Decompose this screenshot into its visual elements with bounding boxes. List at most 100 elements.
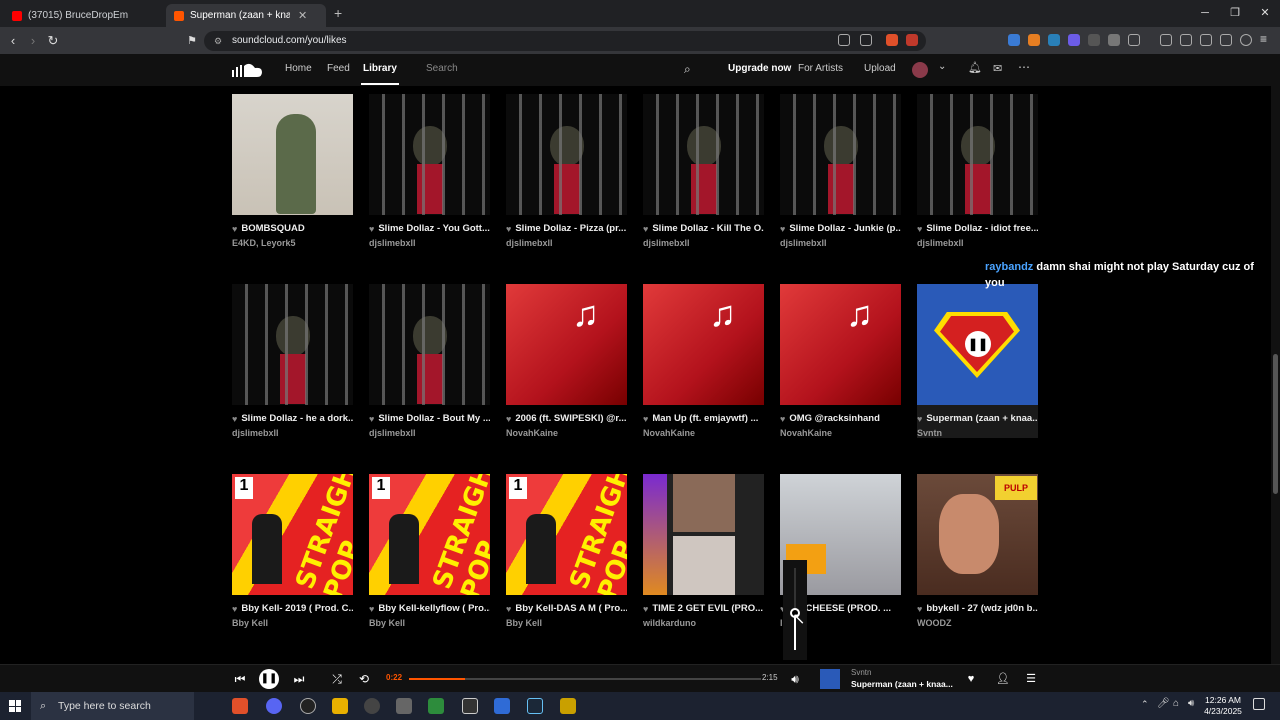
track-artwork[interactable]: ♫ (506, 284, 627, 405)
search-icon[interactable]: ⌕ (684, 62, 691, 77)
track-artist[interactable]: djslimebxll (506, 238, 627, 248)
liked-heart-icon[interactable]: ♥ (917, 224, 922, 234)
sidebar-icon[interactable] (1180, 34, 1192, 46)
wallet-icon[interactable] (1200, 34, 1212, 46)
track-artwork[interactable] (643, 94, 764, 215)
track-card[interactable]: PULP ♥ bbykell - 27 (wdz jd0n b... WOODZ (917, 474, 1038, 628)
extension-icon[interactable] (1008, 34, 1020, 46)
speaker-icon[interactable]: 🔊︎ (1188, 698, 1194, 709)
previous-track-icon[interactable]: ⏮ (231, 670, 249, 688)
liked-heart-icon[interactable]: ♥ (232, 604, 237, 614)
now-playing-title[interactable]: Superman (zaan + knaa... (851, 679, 953, 689)
track-card[interactable]: ♫ ♥ Man Up (ft. emjaywtf) ... NovahKaine (643, 284, 764, 438)
track-card[interactable]: ♥ Slime Dollaz - he a dork... djslimebxll (232, 284, 353, 438)
extension-icon[interactable] (1068, 34, 1080, 46)
track-artwork[interactable]: ♫ (780, 284, 901, 405)
liked-heart-icon[interactable]: ♥ (232, 414, 237, 424)
track-artist[interactable]: wildkarduno (643, 618, 764, 628)
liked-heart-icon[interactable]: ♥ (506, 604, 511, 614)
extension-icon[interactable] (1088, 34, 1100, 46)
track-artist[interactable]: NovahKaine (643, 428, 764, 438)
liked-heart-icon[interactable]: ♥ (643, 604, 648, 614)
track-title[interactable]: Slime Dollaz - Pizza (pr... (515, 223, 626, 234)
track-title[interactable]: BOMBSQUAD (241, 223, 304, 234)
track-title[interactable]: TIME 2 GET EVIL (PRO... (652, 603, 763, 614)
track-card[interactable]: ♥ TIME 2 GET EVIL (PRO... wildkarduno (643, 474, 764, 628)
track-artwork[interactable] (232, 284, 353, 405)
media-player-icon[interactable] (364, 698, 380, 714)
tray-chevron-icon[interactable]: ⌃ (1141, 699, 1149, 710)
track-card[interactable]: ♫ ♥ 2006 (ft. SWIPESKI) @r... NovahKaine (506, 284, 627, 438)
upload-link[interactable]: Upload (864, 63, 896, 74)
nav-home[interactable]: Home (285, 63, 312, 74)
repeat-icon[interactable]: ⟲ (355, 670, 373, 688)
taskbar-clock[interactable]: 12:26 AM 4/23/2025 (1197, 695, 1249, 717)
track-title[interactable]: Bby Kell-DAS A M ( Pro... (515, 603, 627, 614)
liked-heart-icon[interactable]: ♥ (369, 224, 374, 234)
track-title[interactable]: Bby Kell-kellyflow ( Pro... (378, 603, 490, 614)
track-title[interactable]: OMG @racksinhand (789, 413, 880, 424)
pause-overlay-icon[interactable]: ❚❚ (965, 331, 991, 357)
obs-taskbar-icon[interactable] (300, 698, 316, 714)
windows-start-icon[interactable] (9, 700, 21, 712)
vpn-icon[interactable] (1240, 34, 1252, 46)
upgrade-button[interactable]: Upgrade now (728, 63, 791, 74)
scrollbar-thumb[interactable] (1273, 354, 1278, 494)
discord-taskbar-icon[interactable] (266, 698, 282, 714)
liked-heart-icon[interactable]: ♥ (780, 414, 785, 424)
file-explorer-icon[interactable] (332, 698, 348, 714)
track-card[interactable]: 1 STRAIGHT POP ♥ Bby Kell- 2019 ( Prod. C..… (232, 474, 353, 628)
close-tab-icon[interactable]: ✕ (298, 9, 307, 22)
extension-puzzle-icon[interactable] (1108, 34, 1120, 46)
nav-library[interactable]: Library (363, 63, 397, 74)
menu-icon[interactable]: ≡ (1260, 32, 1267, 46)
follow-user-icon[interactable]: 👤︎ (994, 670, 1012, 688)
progress-bar[interactable] (409, 678, 761, 680)
track-title[interactable]: Bby Kell- 2019 ( Prod. C... (241, 603, 353, 614)
track-artwork[interactable]: PULP (917, 474, 1038, 595)
leo-icon[interactable] (1220, 34, 1232, 46)
track-artwork[interactable] (232, 94, 353, 215)
for-artists-link[interactable]: For Artists (798, 63, 843, 74)
bookmarks-icon[interactable] (1160, 34, 1172, 46)
track-artwork[interactable] (780, 94, 901, 215)
now-playing-artist[interactable]: Svntn (851, 668, 871, 677)
track-title[interactable]: Slime Dollaz - idiot free... (926, 223, 1038, 234)
shuffle-icon[interactable]: ⤮ (328, 670, 346, 688)
liked-heart-icon[interactable]: ♥ (643, 224, 648, 234)
notifications-bell-icon[interactable]: 🔔︎ (968, 61, 982, 74)
close-window-icon[interactable]: ✕ (1250, 0, 1280, 27)
track-artwork[interactable] (643, 474, 764, 595)
track-title[interactable]: Superman (zaan + knaa... (926, 413, 1038, 424)
liked-heart-icon[interactable]: ♥ (369, 414, 374, 424)
track-artist[interactable]: djslimebxll (643, 238, 764, 248)
track-artist[interactable]: djslimebxll (917, 238, 1038, 248)
brave-shield-icon[interactable] (886, 34, 898, 46)
track-card[interactable]: ❚❚ ♥ Superman (zaan + knaa... Svntn (917, 284, 1038, 438)
pause-button[interactable]: ❚❚ (259, 669, 279, 689)
liked-heart-icon[interactable]: ♥ (917, 414, 922, 424)
track-artist[interactable]: djslimebxll (232, 428, 353, 438)
liked-heart-icon[interactable]: ♥ (369, 604, 374, 614)
track-artwork[interactable]: ❚❚ (917, 284, 1038, 405)
extension-icon[interactable] (1048, 34, 1060, 46)
new-tab-button[interactable]: + (334, 5, 342, 21)
taskbar-search-input[interactable]: ⌕ Type here to search (31, 692, 194, 720)
brave-taskbar-icon[interactable] (232, 698, 248, 714)
track-title[interactable]: Slime Dollaz - Kill The O... (652, 223, 764, 234)
microphone-icon[interactable]: 🎤︎ (1157, 698, 1170, 709)
track-artwork[interactable] (917, 94, 1038, 215)
messages-icon[interactable]: ✉ (993, 62, 1002, 75)
share-icon[interactable] (860, 34, 872, 46)
track-artist[interactable]: Svntn (917, 428, 1038, 438)
track-artist[interactable]: Bby Kell (369, 618, 490, 628)
page-scrollbar[interactable] (1271, 54, 1280, 664)
app-taskbar-icon[interactable] (428, 698, 444, 714)
app-taskbar-icon[interactable] (396, 698, 412, 714)
track-artist[interactable]: WOODZ (917, 618, 1038, 628)
track-title[interactable]: Man Up (ft. emjaywtf) ... (652, 413, 758, 424)
liked-heart-icon[interactable]: ♥ (506, 224, 511, 234)
notification-center-icon[interactable] (1253, 698, 1265, 710)
track-artist[interactable]: Bby Kell (506, 618, 627, 628)
maximize-icon[interactable]: ❐ (1220, 0, 1250, 27)
